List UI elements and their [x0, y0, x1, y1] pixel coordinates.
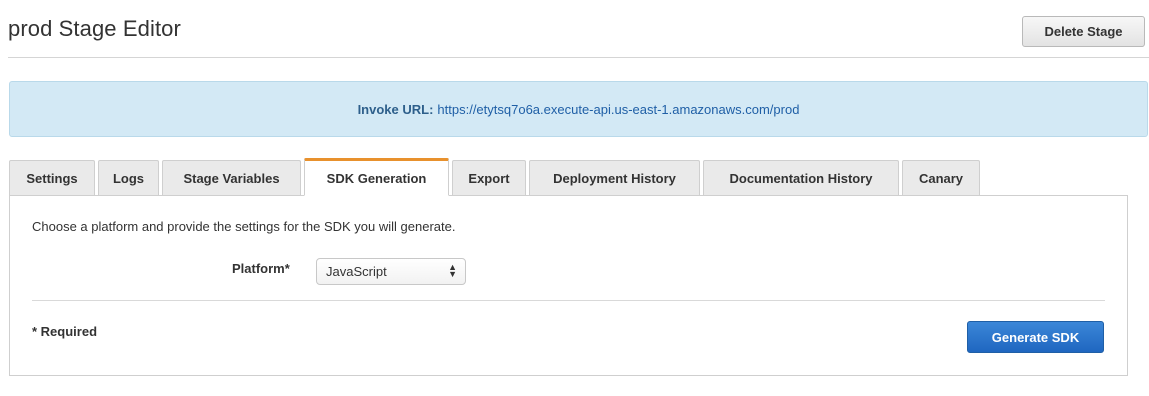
tab-stage-variables[interactable]: Stage Variables: [162, 160, 301, 196]
stage-tabs: Settings Logs Stage Variables SDK Genera…: [9, 158, 983, 196]
select-arrows-icon: ▲ ▼: [448, 262, 457, 279]
tab-canary[interactable]: Canary: [902, 160, 980, 196]
tab-deployment-history[interactable]: Deployment History: [529, 160, 700, 196]
page-title: prod Stage Editor: [8, 16, 181, 41]
delete-stage-button[interactable]: Delete Stage: [1022, 16, 1145, 47]
invoke-url-label: Invoke URL:: [357, 101, 434, 117]
sdk-description: Choose a platform and provide the settin…: [32, 219, 456, 234]
generate-sdk-button[interactable]: Generate SDK: [967, 321, 1104, 353]
platform-select[interactable]: JavaScript ▲ ▼: [316, 258, 466, 285]
panel-divider: [32, 300, 1105, 301]
platform-selected-value: JavaScript: [326, 264, 387, 279]
tab-documentation-history[interactable]: Documentation History: [703, 160, 899, 196]
tab-sdk-generation[interactable]: SDK Generation: [304, 158, 449, 196]
invoke-url-banner: Invoke URL: https://etytsq7o6a.execute-a…: [9, 81, 1148, 137]
required-note: * Required: [32, 324, 98, 339]
page-header: prod Stage Editor Delete Stage: [8, 0, 1149, 58]
tab-export[interactable]: Export: [452, 160, 526, 196]
invoke-url-link[interactable]: https://etytsq7o6a.execute-api.us-east-1…: [437, 102, 799, 117]
sdk-generation-panel: Choose a platform and provide the settin…: [9, 195, 1128, 376]
tab-logs[interactable]: Logs: [98, 160, 159, 196]
platform-label: Platform*: [232, 261, 290, 276]
tab-settings[interactable]: Settings: [9, 160, 95, 196]
stage-editor-page: prod Stage Editor Delete Stage Invoke UR…: [0, 0, 1149, 396]
